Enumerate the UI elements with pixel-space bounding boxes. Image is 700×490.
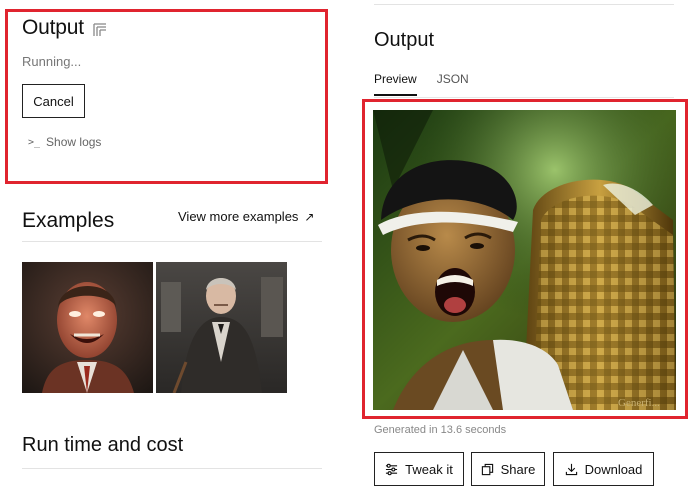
tweak-it-label: Tweak it (405, 461, 453, 477)
output-tabs: Preview JSON (374, 72, 469, 96)
examples-title: Examples (22, 209, 115, 232)
arrow-up-right-icon: ↗ (304, 209, 315, 224)
highlight-box-image (362, 99, 688, 419)
divider (22, 468, 322, 469)
runtime-title: Run time and cost (22, 434, 184, 456)
tab-json[interactable]: JSON (437, 72, 469, 96)
highlight-box-output (5, 9, 328, 184)
tweak-it-button[interactable]: Tweak it (374, 452, 464, 486)
view-more-label: View more examples (178, 209, 299, 224)
view-more-examples-link[interactable]: View more examples ↗ (178, 209, 314, 224)
share-label: Share (500, 461, 536, 477)
download-icon (565, 463, 577, 475)
example-thumbnail-1[interactable] (22, 262, 153, 393)
tab-preview[interactable]: Preview (374, 72, 417, 96)
copy-icon (481, 463, 493, 475)
download-button[interactable]: Download (553, 452, 654, 486)
page: Output Running... Cancel >_ Show logs Ex… (0, 0, 700, 490)
share-button[interactable]: Share (471, 452, 545, 486)
sliders-icon (386, 463, 398, 475)
example-thumbnail-2[interactable] (156, 262, 287, 393)
download-label: Download (584, 461, 643, 477)
generated-time-text: Generated in 13.6 seconds (374, 424, 507, 436)
divider (374, 4, 674, 5)
divider (22, 241, 322, 242)
tabs-underline (374, 97, 674, 98)
right-output-title: Output (374, 29, 435, 51)
